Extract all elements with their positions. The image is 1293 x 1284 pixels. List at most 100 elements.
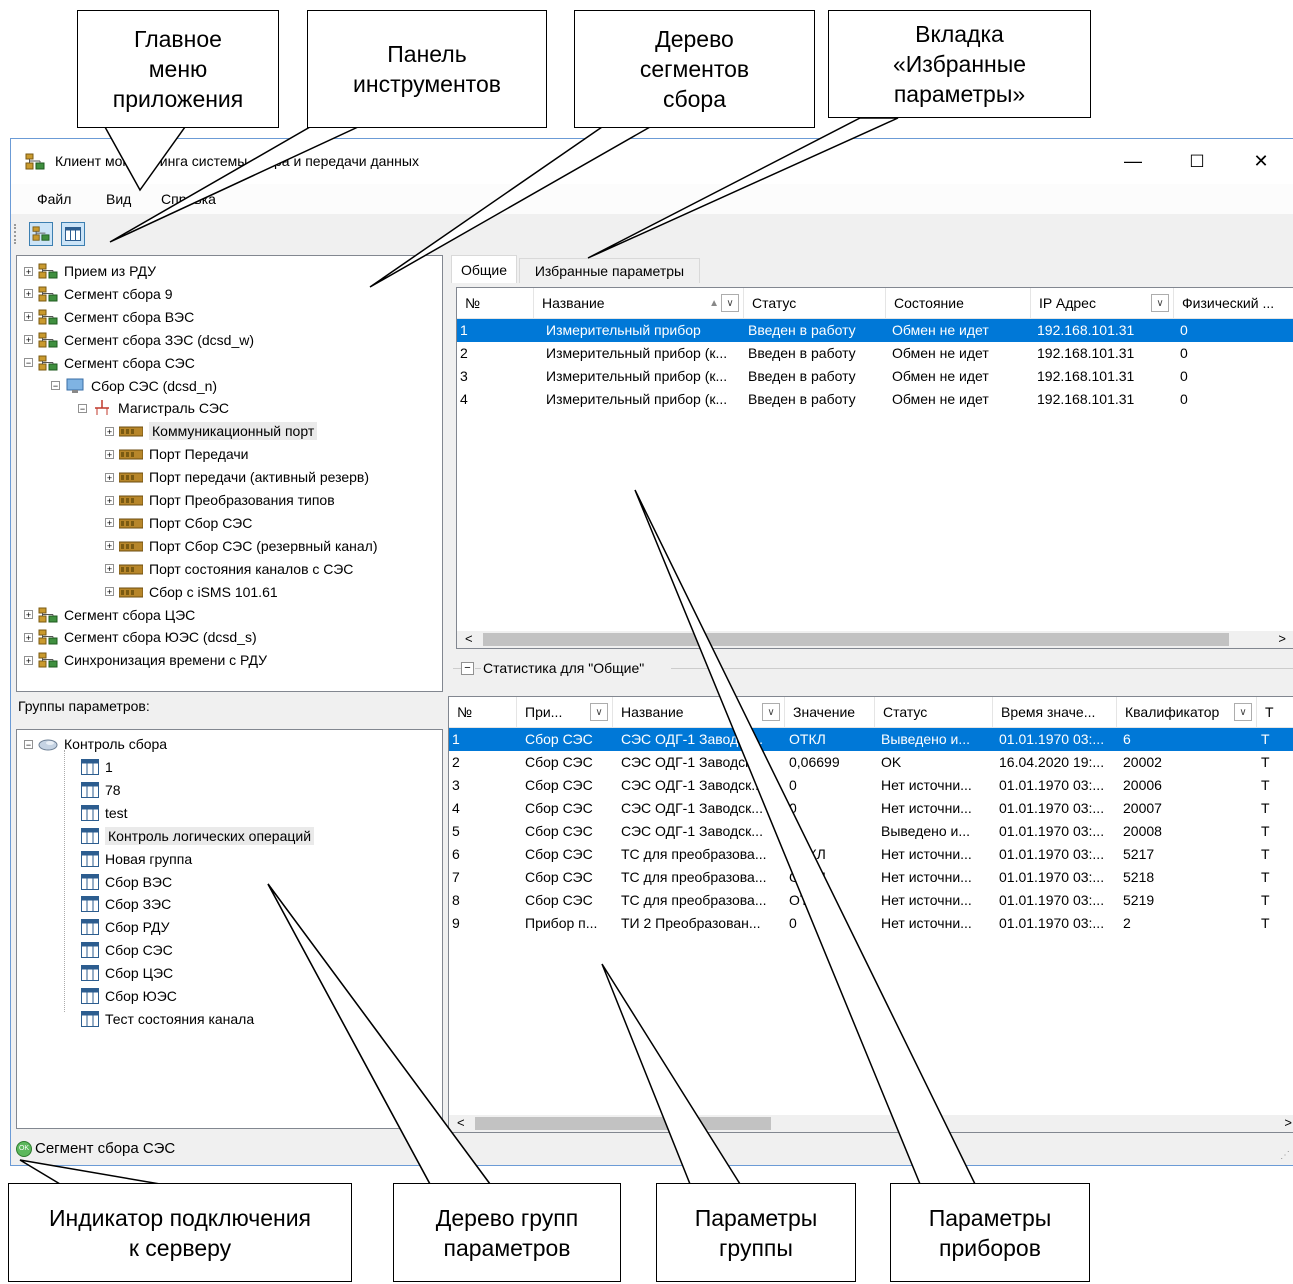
- table-row[interactable]: 7 Сбор СЭС ТС для преобразова... ОТКЛ Нет ис…: [449, 866, 1293, 889]
- column-header[interactable]: Квалификатор ∨: [1117, 697, 1257, 727]
- expand-icon[interactable]: +: [24, 632, 33, 642]
- table-row[interactable]: 1 Сбор СЭС СЭС ОДГ-1 Заводск... ОТКЛ Выведен…: [449, 728, 1293, 751]
- column-filter-dropdown-icon[interactable]: ∨: [1151, 294, 1169, 312]
- column-filter-dropdown-icon[interactable]: ∨: [721, 294, 739, 312]
- expand-icon[interactable]: +: [105, 472, 114, 482]
- expand-icon[interactable]: +: [105, 564, 114, 574]
- segment-tree-item[interactable]: + Коммуникационный порт: [105, 420, 318, 442]
- column-header[interactable]: Значение: [785, 697, 875, 727]
- scroll-left-arrow-icon[interactable]: <: [457, 1115, 465, 1130]
- column-header[interactable]: Статус: [875, 697, 993, 727]
- segment-tree-item[interactable]: + Сбор с iSMS 101.61: [105, 581, 278, 603]
- table-row[interactable]: 4 Измерительный прибор (к... Введен в рабо…: [457, 388, 1293, 411]
- expand-icon[interactable]: +: [24, 289, 33, 299]
- collapse-icon[interactable]: −: [24, 739, 33, 749]
- menu-file[interactable]: Файл: [37, 191, 71, 207]
- table-row[interactable]: 1 Измерительный прибор Введен в работу Обме…: [457, 319, 1293, 342]
- devices-horizontal-scrollbar[interactable]: < >: [457, 631, 1293, 648]
- column-header[interactable]: №: [449, 697, 517, 727]
- table-row[interactable]: 6 Сбор СЭС ТС для преобразова... ОТКЛ Нет ис…: [449, 843, 1293, 866]
- group-tree-item[interactable]: Новая группа: [81, 848, 192, 870]
- column-header[interactable]: Название ∨: [613, 697, 785, 727]
- column-header[interactable]: IP Адрес ∨: [1031, 288, 1174, 318]
- group-tree-item[interactable]: Контроль логических операций: [81, 825, 315, 847]
- collapse-icon[interactable]: −: [78, 403, 87, 413]
- segment-tree[interactable]: + Прием из РДУ + Сегмент сбора 9 + Сегмент сб…: [16, 255, 443, 692]
- segment-tree-item[interactable]: + Сегмент сбора ЮЭС (dcsd_s): [24, 626, 257, 648]
- group-tree-item[interactable]: Сбор ЦЭС: [81, 962, 173, 984]
- segment-tree-item[interactable]: + Прием из РДУ: [24, 260, 156, 282]
- expand-icon[interactable]: +: [24, 312, 33, 322]
- segment-tree-item[interactable]: + Порт Сбор СЭС (резервный канал): [105, 535, 378, 557]
- toolbar-grip[interactable]: [14, 224, 18, 244]
- column-filter-dropdown-icon[interactable]: ∨: [762, 703, 780, 721]
- segment-tree-item[interactable]: + Порт состояния каналов с СЭС: [105, 558, 353, 580]
- group-tree-item[interactable]: Тест состояния канала: [81, 1008, 254, 1030]
- expand-icon[interactable]: +: [105, 541, 114, 551]
- params-table[interactable]: № При... ∨ Название ∨ Значение Статус Время зна…: [448, 696, 1293, 1133]
- table-row[interactable]: 8 Сбор СЭС ТС для преобразова... ОТКЛ Нет ис…: [449, 889, 1293, 912]
- column-header[interactable]: Физический ...: [1174, 288, 1293, 318]
- params-horizontal-scrollbar[interactable]: < >: [449, 1115, 1293, 1132]
- scroll-right-arrow-icon[interactable]: >: [1278, 631, 1286, 646]
- table-row[interactable]: 5 Сбор СЭС СЭС ОДГ-1 Заводск... Выведено и.…: [449, 820, 1293, 843]
- collapse-icon[interactable]: −: [51, 381, 60, 391]
- segment-tree-item[interactable]: − Сегмент сбора СЭС: [24, 352, 195, 374]
- scroll-thumb[interactable]: [475, 1117, 771, 1130]
- segment-tree-item[interactable]: + Сегмент сбора 9: [24, 283, 173, 305]
- group-tree-item[interactable]: 1: [81, 756, 113, 778]
- maximize-button[interactable]: ☐: [1165, 139, 1229, 184]
- scroll-thumb[interactable]: [483, 633, 1229, 646]
- segment-tree-item[interactable]: − Магистраль СЭС: [78, 397, 229, 419]
- group-tree-item[interactable]: 78: [81, 779, 121, 801]
- segment-tree-item[interactable]: + Синхронизация времени с РДУ: [24, 649, 267, 671]
- group-tree-item[interactable]: Сбор ВЭС: [81, 871, 172, 893]
- column-filter-dropdown-icon[interactable]: ∨: [1234, 703, 1252, 721]
- resize-grip-icon[interactable]: ⋰: [1280, 1150, 1290, 1161]
- devices-table[interactable]: № Название ▲ ∨ Статус Состояние IP Адрес ∨ Физич…: [456, 287, 1293, 649]
- collapse-icon[interactable]: −: [24, 358, 33, 368]
- scroll-right-arrow-icon[interactable]: >: [1284, 1115, 1292, 1130]
- segment-tree-item[interactable]: + Порт Передачи: [105, 443, 249, 465]
- table-row[interactable]: 3 Сбор СЭС СЭС ОДГ-1 Заводск... 0 Нет источн…: [449, 774, 1293, 797]
- expand-icon[interactable]: +: [24, 266, 33, 276]
- segment-tree-item[interactable]: + Порт передачи (активный резерв): [105, 466, 369, 488]
- column-header[interactable]: При... ∨: [517, 697, 613, 727]
- group-tree-item[interactable]: Сбор СЭС: [81, 939, 173, 961]
- column-header[interactable]: Т: [1257, 697, 1293, 727]
- menu-view[interactable]: Вид: [106, 191, 131, 207]
- group-tree-item[interactable]: Сбор ЮЭС: [81, 985, 177, 1007]
- expand-icon[interactable]: +: [105, 518, 114, 528]
- scroll-left-arrow-icon[interactable]: <: [465, 631, 473, 646]
- column-header[interactable]: Название ▲ ∨: [534, 288, 744, 318]
- close-button[interactable]: ✕: [1229, 139, 1293, 184]
- expand-icon[interactable]: +: [105, 449, 114, 459]
- expand-icon[interactable]: +: [24, 335, 33, 345]
- expand-icon[interactable]: +: [24, 655, 33, 665]
- column-header[interactable]: Статус: [744, 288, 886, 318]
- expand-icon[interactable]: +: [105, 495, 114, 505]
- segment-tree-item[interactable]: + Сегмент сбора ЗЭС (dcsd_w): [24, 329, 254, 351]
- segment-tree-item[interactable]: − Сбор СЭС (dcsd_n): [51, 375, 217, 397]
- stats-toggle-button[interactable]: −: [461, 662, 474, 675]
- table-row[interactable]: 2 Измерительный прибор (к... Введен в рабо…: [457, 342, 1293, 365]
- tab-favorites[interactable]: Избранные параметры: [519, 258, 700, 283]
- segment-tree-item[interactable]: + Порт Сбор СЭС: [105, 512, 252, 534]
- group-tree[interactable]: − Контроль сбора 1 78 test Контроль логически…: [16, 729, 443, 1129]
- expand-icon[interactable]: +: [105, 426, 114, 436]
- segment-tree-item[interactable]: + Порт Преобразования типов: [105, 489, 335, 511]
- expand-icon[interactable]: +: [105, 587, 114, 597]
- groups-toggle-button[interactable]: [61, 222, 85, 246]
- column-filter-dropdown-icon[interactable]: ∨: [590, 703, 608, 721]
- segment-tree-item[interactable]: + Сегмент сбора ВЭС: [24, 306, 194, 328]
- table-row[interactable]: 2 Сбор СЭС СЭС ОДГ-1 Заводск... 0,06699 OK 16…: [449, 751, 1293, 774]
- menu-help[interactable]: Справка: [161, 191, 216, 207]
- tab-general[interactable]: Общие: [451, 255, 517, 283]
- table-row[interactable]: 4 Сбор СЭС СЭС ОДГ-1 Заводск... 0 Нет источн…: [449, 797, 1293, 820]
- column-header[interactable]: №: [457, 288, 534, 318]
- table-row[interactable]: 9 Прибор п... ТИ 2 Преобразован... 0 Нет ист…: [449, 912, 1293, 935]
- table-row[interactable]: 3 Измерительный прибор (к... Введен в рабо…: [457, 365, 1293, 388]
- column-header[interactable]: Состояние: [886, 288, 1031, 318]
- segment-tree-toggle-button[interactable]: [29, 222, 53, 246]
- group-tree-item[interactable]: Сбор РДУ: [81, 916, 170, 938]
